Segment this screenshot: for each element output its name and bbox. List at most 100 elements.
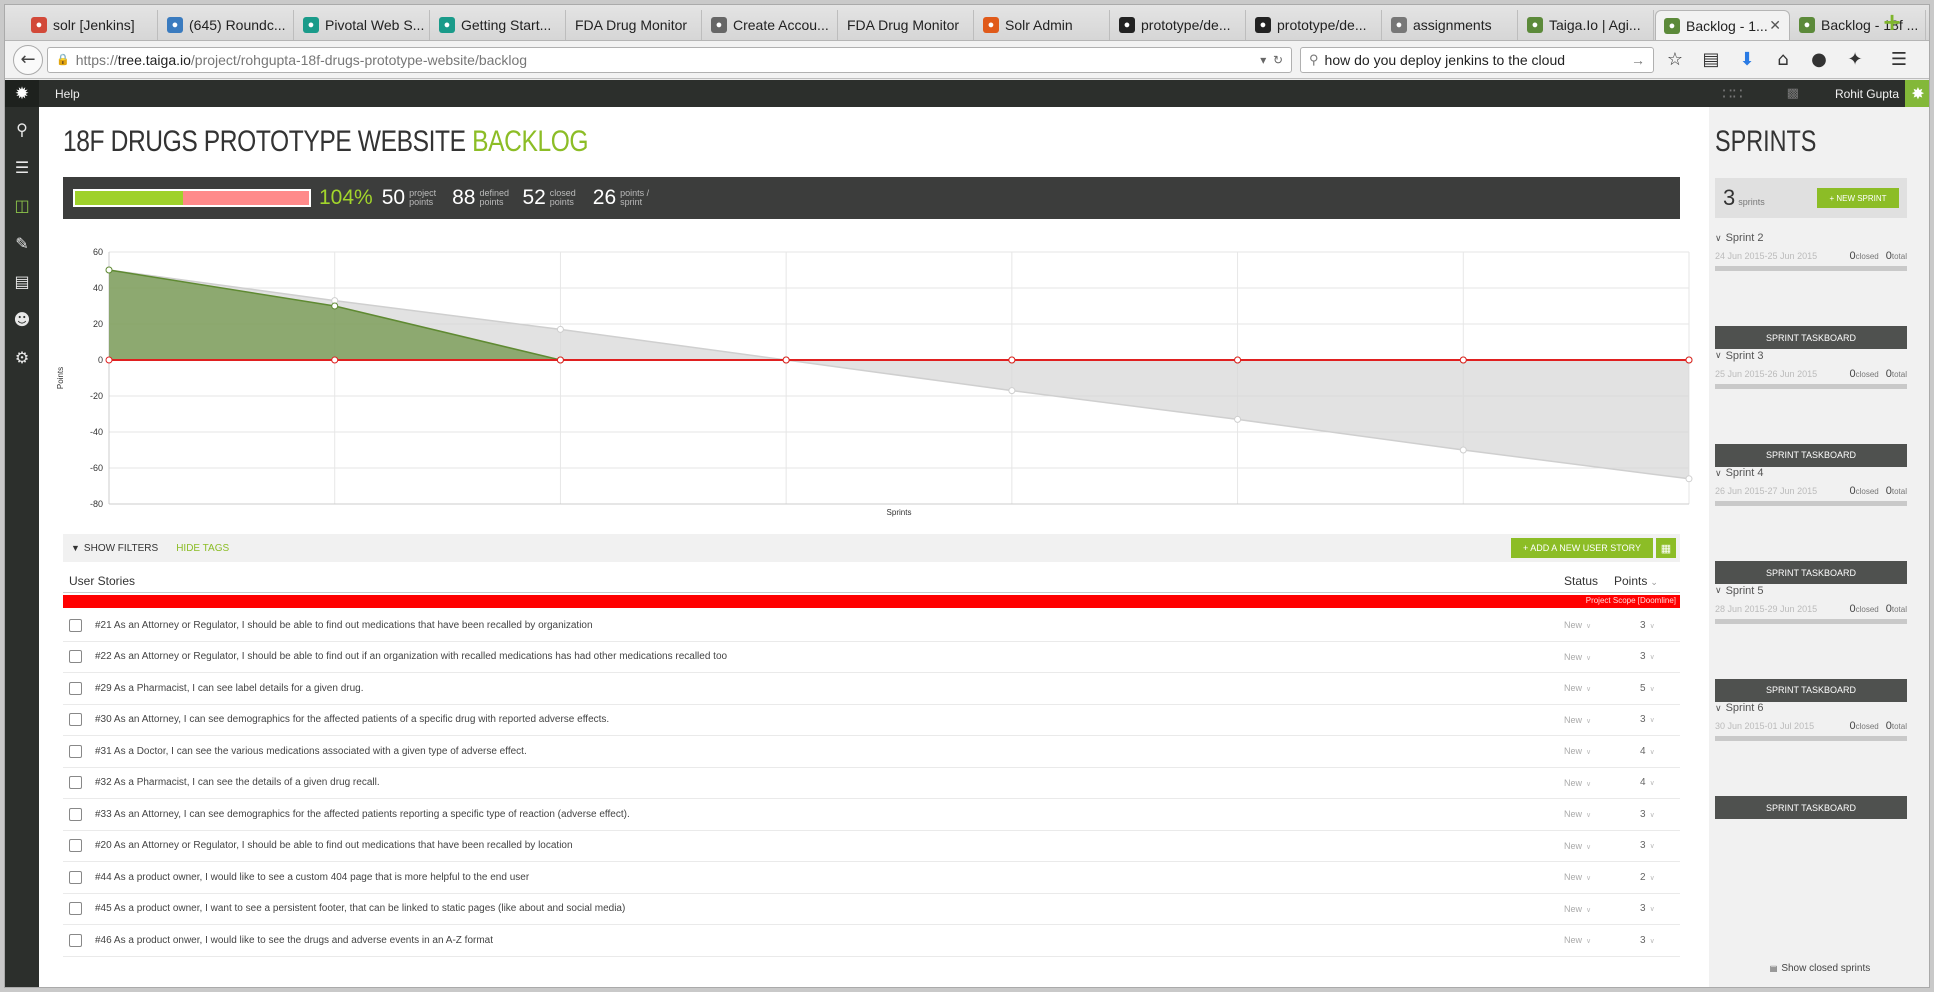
backlog-icon[interactable]: ◫ xyxy=(5,189,39,221)
extension-icon[interactable]: ✦ xyxy=(1840,45,1870,75)
search-input[interactable]: how do you deploy jenkins to the cloud xyxy=(1325,52,1566,68)
story-status[interactable]: New ∨ xyxy=(1564,652,1614,662)
story-checkbox[interactable] xyxy=(69,839,82,853)
story-title[interactable]: #44 As a product owner, I would like to … xyxy=(95,872,529,883)
menu-icon[interactable]: ☰ xyxy=(1884,45,1914,75)
story-points[interactable]: 3 ∨ xyxy=(1614,903,1680,914)
sprint-name[interactable]: ∨ Sprint 3 xyxy=(1715,350,1907,362)
table-row[interactable]: #31 As a Doctor, I can see the various m… xyxy=(63,736,1680,768)
browser-tab[interactable]: ● (645) Roundc... xyxy=(159,10,294,40)
sprint-taskboard-button[interactable]: Sprint Taskboard xyxy=(1715,796,1907,819)
story-points[interactable]: 4 ∨ xyxy=(1614,777,1680,788)
story-checkbox[interactable] xyxy=(69,744,82,758)
browser-tab[interactable]: ● assignments xyxy=(1383,10,1518,40)
story-status[interactable]: New ∨ xyxy=(1564,715,1614,725)
filter-icon[interactable]: ▼ xyxy=(71,543,80,553)
table-row[interactable]: #21 As an Attorney or Regulator, I shoul… xyxy=(63,610,1680,642)
table-row[interactable]: #44 As a product owner, I would like to … xyxy=(63,862,1680,894)
team-icon[interactable]: ☻ xyxy=(5,303,39,335)
story-points[interactable]: 3 ∨ xyxy=(1614,840,1680,851)
reading-list-icon[interactable]: ▤ xyxy=(1696,45,1726,75)
story-title[interactable]: #45 As a product owner, I want to see a … xyxy=(95,903,625,914)
url-bar[interactable]: 🔒 https://tree.taiga.io/project/rohgupta… xyxy=(47,46,1292,73)
search-go-icon[interactable]: → xyxy=(1631,52,1645,68)
sprint-taskboard-button[interactable]: Sprint Taskboard xyxy=(1715,678,1907,702)
table-row[interactable]: #22 As an Attorney or Regulator, I shoul… xyxy=(63,642,1680,673)
browser-tab[interactable]: FDA Drug Monitor xyxy=(567,10,702,40)
story-checkbox[interactable] xyxy=(69,618,82,632)
story-status[interactable]: New ∨ xyxy=(1564,683,1614,693)
story-checkbox[interactable] xyxy=(69,776,82,790)
avatar[interactable]: ✸ xyxy=(1905,80,1929,107)
story-checkbox[interactable] xyxy=(69,807,82,821)
browser-tab[interactable]: ● Solr Admin xyxy=(975,10,1110,40)
story-checkbox[interactable] xyxy=(69,681,82,695)
browser-tab[interactable]: FDA Drug Monitor xyxy=(839,10,974,40)
story-checkbox[interactable] xyxy=(69,902,82,916)
story-title[interactable]: #21 As an Attorney or Regulator, I shoul… xyxy=(95,620,593,631)
story-points[interactable]: 4 ∨ xyxy=(1614,746,1680,757)
table-row[interactable]: #30 As an Attorney, I can see demographi… xyxy=(63,705,1680,736)
sprint-taskboard-button[interactable]: Sprint Taskboard xyxy=(1715,561,1907,584)
download-icon[interactable]: ⬇ xyxy=(1732,45,1762,75)
browser-tab[interactable]: ● Backlog - 18f ... xyxy=(1791,10,1926,40)
hide-tags-link[interactable]: Hide tags xyxy=(176,543,229,554)
column-points[interactable]: Points ⌄ xyxy=(1614,574,1680,588)
home-icon[interactable]: ⌂ xyxy=(1768,45,1798,75)
story-title[interactable]: #30 As an Attorney, I can see demographi… xyxy=(95,714,609,725)
story-status[interactable]: New ∨ xyxy=(1564,778,1614,788)
story-checkbox[interactable] xyxy=(69,870,82,884)
help-link[interactable]: Help xyxy=(55,87,80,101)
table-row[interactable]: #20 As an Attorney or Regulator, I shoul… xyxy=(63,831,1680,862)
story-points[interactable]: 2 ∨ xyxy=(1614,872,1680,883)
issues-icon[interactable]: ✎ xyxy=(5,227,39,259)
story-status[interactable]: New ∨ xyxy=(1564,841,1614,851)
story-status[interactable]: New ∨ xyxy=(1564,809,1614,819)
story-status[interactable]: New ∨ xyxy=(1564,935,1614,945)
show-closed-sprints-link[interactable]: ▤ Show closed sprints xyxy=(1709,963,1929,974)
browser-tab[interactable]: ● Backlog - 1... ✕ xyxy=(1655,10,1790,40)
story-points[interactable]: 3 ∨ xyxy=(1614,809,1680,820)
story-status[interactable]: New ∨ xyxy=(1564,872,1614,882)
browser-tab[interactable]: ● Getting Start... xyxy=(431,10,566,40)
story-points[interactable]: 3 ∨ xyxy=(1614,935,1680,946)
new-tab-icon[interactable]: + xyxy=(1881,10,1903,34)
browser-tab[interactable]: ● Taiga.Io | Agi... xyxy=(1519,10,1654,40)
story-title[interactable]: #20 As an Attorney or Regulator, I shoul… xyxy=(95,840,573,851)
browser-tab[interactable]: ● prototype/de... xyxy=(1247,10,1382,40)
story-checkbox[interactable] xyxy=(69,650,82,664)
table-row[interactable]: #29 As a Pharmacist, I can see label det… xyxy=(63,673,1680,705)
gear-icon[interactable]: ⚙ xyxy=(5,341,39,373)
reload-icon[interactable]: ▾ ↻ xyxy=(1260,53,1283,67)
story-points[interactable]: 3 ∨ xyxy=(1614,714,1680,725)
wiki-icon[interactable]: ▤ xyxy=(5,265,39,297)
notifications-icon[interactable]: ▩ xyxy=(1787,86,1799,101)
browser-tab[interactable]: ● solr [Jenkins] xyxy=(23,10,158,40)
sprint-taskboard-button[interactable]: Sprint Taskboard xyxy=(1715,326,1907,349)
back-button[interactable]: ← xyxy=(13,44,43,75)
chat-icon[interactable]: ● xyxy=(1804,45,1834,75)
story-title[interactable]: #29 As a Pharmacist, I can see label det… xyxy=(95,683,364,694)
bulk-add-icon[interactable]: ▦ xyxy=(1656,538,1676,558)
taiga-logo-icon[interactable]: ✹ xyxy=(5,80,39,107)
table-row[interactable]: #32 As a Pharmacist, I can see the detai… xyxy=(63,768,1680,799)
story-points[interactable]: 3 ∨ xyxy=(1614,651,1680,662)
timeline-icon[interactable]: ☰ xyxy=(5,151,39,183)
show-filters-link[interactable]: Show filters xyxy=(84,543,158,554)
browser-tab[interactable]: ● prototype/de... xyxy=(1111,10,1246,40)
sprint-name[interactable]: ∨ Sprint 5 xyxy=(1715,585,1907,597)
story-status[interactable]: New ∨ xyxy=(1564,746,1614,756)
story-title[interactable]: #46 As a product onwer, I would like to … xyxy=(95,935,493,946)
table-row[interactable]: #33 As an Attorney, I can see demographi… xyxy=(63,799,1680,831)
search-icon[interactable]: ⚲ xyxy=(5,113,39,145)
search-bar[interactable]: ⚲ how do you deploy jenkins to the cloud… xyxy=(1300,46,1654,73)
apps-grid-icon[interactable]: ∷∷ xyxy=(1722,84,1742,103)
sprint-name[interactable]: ∨ Sprint 2 xyxy=(1715,232,1907,244)
sprint-name[interactable]: ∨ Sprint 6 xyxy=(1715,702,1907,714)
sprint-name[interactable]: ∨ Sprint 4 xyxy=(1715,467,1907,479)
browser-tab[interactable]: ● Pivotal Web S... xyxy=(295,10,430,40)
story-title[interactable]: #31 As a Doctor, I can see the various m… xyxy=(95,746,527,757)
bookmark-star-icon[interactable]: ☆ xyxy=(1660,45,1690,75)
table-row[interactable]: #46 As a product onwer, I would like to … xyxy=(63,925,1680,957)
story-title[interactable]: #33 As an Attorney, I can see demographi… xyxy=(95,809,630,820)
